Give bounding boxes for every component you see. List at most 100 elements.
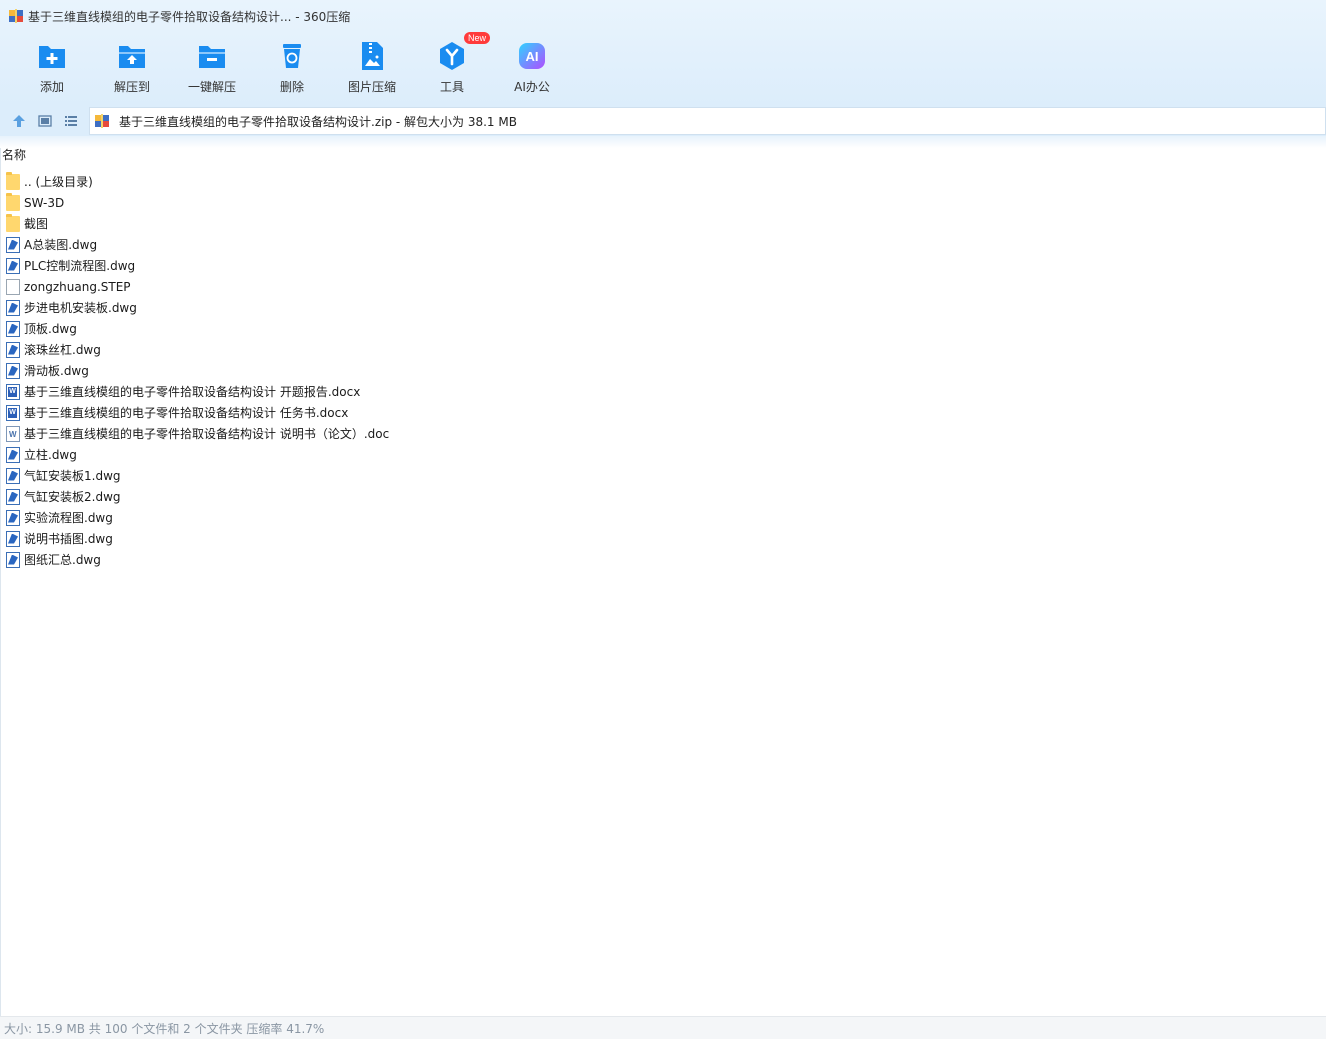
dwg-file-icon	[6, 236, 20, 253]
thumbnail-view-icon	[38, 115, 52, 127]
delete-button[interactable]: 删除	[252, 36, 332, 102]
folder-icon	[6, 192, 20, 211]
delete-label: 删除	[279, 80, 304, 94]
file-row[interactable]: 步进电机安装板.dwg	[1, 297, 1326, 318]
add-icon	[36, 40, 68, 72]
toolbar: 添加 解压到 一键解压 删除 图片压缩 New 工具 AI AI办公	[0, 32, 1326, 102]
file-row[interactable]: 立柱.dwg	[1, 444, 1326, 465]
list-view-button[interactable]	[58, 108, 84, 134]
image-compress-icon	[356, 40, 388, 72]
file-name: zongzhuang.STEP	[24, 279, 131, 294]
file-name: 滚珠丝杠.dwg	[24, 343, 101, 357]
word-file-icon	[6, 383, 20, 400]
tools-icon	[436, 40, 468, 72]
file-name: 步进电机安装板.dwg	[24, 301, 137, 315]
file-name: 立柱.dwg	[24, 448, 77, 462]
add-button[interactable]: 添加	[12, 36, 92, 102]
navigation-bar: 基于三维直线模组的电子零件拾取设备结构设计.zip - 解包大小为 38.1 M…	[0, 106, 1326, 136]
doc-file-icon	[6, 425, 20, 442]
column-header-name[interactable]: 名称	[1, 148, 26, 163]
file-row[interactable]: 图纸汇总.dwg	[1, 549, 1326, 570]
file-row[interactable]: zongzhuang.STEP	[1, 276, 1326, 297]
file-name: PLC控制流程图.dwg	[24, 259, 136, 273]
file-name: 气缸安装板1.dwg	[24, 469, 121, 483]
top-panel: 基于三维直线模组的电子零件拾取设备结构设计... - 360压缩 添加 解压到 …	[0, 0, 1326, 106]
dwg-file-icon	[6, 467, 20, 484]
file-name: 基于三维直线模组的电子零件拾取设备结构设计 开题报告.docx	[24, 385, 361, 399]
file-row[interactable]: PLC控制流程图.dwg	[1, 255, 1326, 276]
new-badge: New	[464, 32, 491, 44]
ai-icon-text: AI	[526, 49, 539, 64]
thumbnail-view-button[interactable]	[32, 108, 58, 134]
header-gradient	[0, 136, 1326, 148]
file-row[interactable]: 滚珠丝杠.dwg	[1, 339, 1326, 360]
ai-office-button[interactable]: AI AI办公	[492, 36, 572, 102]
file-name: 实验流程图.dwg	[24, 511, 113, 525]
window-title: 基于三维直线模组的电子零件拾取设备结构设计... - 360压缩	[28, 9, 351, 24]
address-bar[interactable]: 基于三维直线模组的电子零件拾取设备结构设计.zip - 解包大小为 38.1 M…	[89, 107, 1326, 135]
extract-to-label: 解压到	[113, 80, 150, 94]
folder-icon	[6, 171, 20, 190]
file-name: 基于三维直线模组的电子零件拾取设备结构设计 说明书（论文）.doc	[24, 427, 390, 441]
file-row[interactable]: 实验流程图.dwg	[1, 507, 1326, 528]
file-name: 气缸安装板2.dwg	[24, 490, 121, 504]
dwg-file-icon	[6, 341, 20, 358]
dwg-file-icon	[6, 362, 20, 379]
dwg-file-icon	[6, 446, 20, 463]
one-click-extract-button[interactable]: 一键解压	[172, 36, 252, 102]
list-view-icon	[65, 116, 77, 126]
ai-office-label: AI办公	[514, 80, 550, 94]
word-file-icon	[6, 404, 20, 421]
address-text: 基于三维直线模组的电子零件拾取设备结构设计.zip - 解包大小为 38.1 M…	[119, 114, 517, 129]
one-click-extract-label: 一键解压	[187, 80, 236, 94]
file-row[interactable]: A总装图.dwg	[1, 234, 1326, 255]
file-name: A总装图.dwg	[24, 238, 98, 252]
file-rows: .. (上级目录) SW-3D 截图 A总装图.dwg PLC控制流程图.dwg zong…	[1, 171, 1326, 570]
dwg-file-icon	[6, 551, 20, 568]
up-level-button[interactable]	[6, 108, 32, 134]
file-row[interactable]: 说明书插图.dwg	[1, 528, 1326, 549]
file-name: 滑动板.dwg	[24, 364, 89, 378]
add-label: 添加	[39, 80, 64, 94]
file-row[interactable]: .. (上级目录)	[1, 171, 1326, 192]
dwg-file-icon	[6, 257, 20, 274]
dwg-file-icon	[6, 320, 20, 337]
ai-office-icon: AI	[516, 40, 548, 72]
tools-label: 工具	[439, 80, 464, 94]
file-row[interactable]: 气缸安装板2.dwg	[1, 486, 1326, 507]
file-row[interactable]: 顶板.dwg	[1, 318, 1326, 339]
file-name: 基于三维直线模组的电子零件拾取设备结构设计 任务书.docx	[24, 406, 349, 420]
status-bar: 大小: 15.9 MB 共 100 个文件和 2 个文件夹 压缩率 41.7%	[0, 1016, 1326, 1039]
file-row[interactable]: 气缸安装板1.dwg	[1, 465, 1326, 486]
file-name: 说明书插图.dwg	[24, 532, 113, 546]
dwg-file-icon	[6, 509, 20, 526]
dwg-file-icon	[6, 530, 20, 547]
image-compress-label: 图片压缩	[347, 80, 396, 94]
one-click-extract-icon	[196, 40, 228, 72]
arrow-up-icon	[13, 115, 25, 127]
file-name: SW-3D	[24, 195, 65, 210]
file-name: 顶板.dwg	[24, 322, 77, 336]
file-row[interactable]: SW-3D	[1, 192, 1326, 213]
dwg-file-icon	[6, 299, 20, 316]
archive-app-icon	[8, 8, 24, 24]
title-bar: 基于三维直线模组的电子零件拾取设备结构设计... - 360压缩	[0, 0, 1326, 32]
tools-button[interactable]: New 工具	[412, 32, 492, 102]
file-row[interactable]: 截图	[1, 213, 1326, 234]
file-name: .. (上级目录)	[24, 175, 93, 189]
generic-file-icon	[6, 278, 20, 295]
file-row[interactable]: 基于三维直线模组的电子零件拾取设备结构设计 说明书（论文）.doc	[1, 423, 1326, 444]
file-row[interactable]: 滑动板.dwg	[1, 360, 1326, 381]
extract-to-button[interactable]: 解压到	[92, 36, 172, 102]
delete-icon	[276, 40, 308, 72]
folder-icon	[6, 213, 20, 232]
file-list: 名称 .. (上级目录) SW-3D 截图 A总装图.dwg PLC控制流程图.dwg z…	[0, 148, 1326, 1016]
status-text: 大小: 15.9 MB 共 100 个文件和 2 个文件夹 压缩率 41.7%	[4, 1021, 325, 1036]
zip-file-icon	[94, 113, 110, 129]
file-row[interactable]: 基于三维直线模组的电子零件拾取设备结构设计 任务书.docx	[1, 402, 1326, 423]
file-name: 图纸汇总.dwg	[24, 553, 101, 567]
file-name: 截图	[24, 217, 49, 231]
file-row[interactable]: 基于三维直线模组的电子零件拾取设备结构设计 开题报告.docx	[1, 381, 1326, 402]
extract-to-icon	[116, 40, 148, 72]
image-compress-button[interactable]: 图片压缩	[332, 36, 412, 102]
